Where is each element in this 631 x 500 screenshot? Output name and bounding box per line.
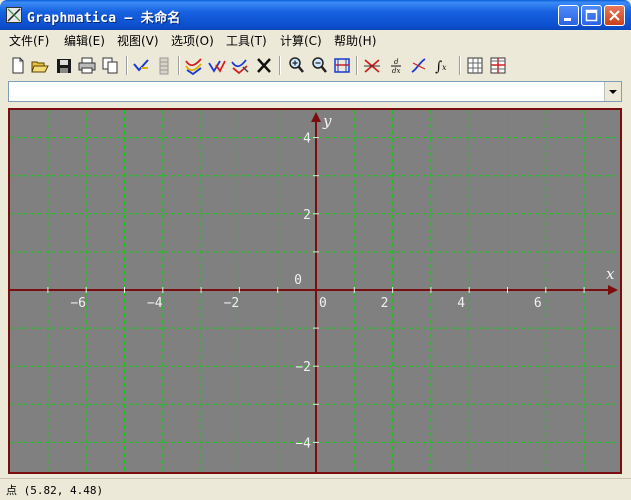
equation-input[interactable]	[11, 83, 596, 100]
save-icon[interactable]	[54, 55, 74, 76]
menu-edit[interactable]: 编辑(E)	[64, 32, 105, 49]
minimize-button[interactable]	[558, 5, 579, 26]
title-bar[interactable]: Graphmatica – 未命名	[0, 0, 631, 30]
status-text: 点 (5.82, 4.48)	[6, 484, 104, 497]
print-icon[interactable]	[77, 55, 97, 76]
grid-range-icon[interactable]	[488, 55, 508, 76]
zoom-in-icon[interactable]	[286, 55, 306, 76]
y-tick-label: 2	[303, 208, 311, 223]
menu-view[interactable]: 视图(V)	[117, 32, 159, 49]
grid-icon[interactable]	[465, 55, 485, 76]
graph-plot[interactable]: −6 −4 −2 0 2 4 6 4 2 0 −2 −4 x y	[10, 110, 620, 472]
menu-bar: 文件(F) 编辑(E) 视图(V) 选项(O) 工具(T) 计算(C) 帮助(H…	[4, 30, 627, 50]
svg-text:d: d	[394, 58, 399, 66]
redraw-icon[interactable]	[184, 55, 204, 76]
tangent-icon[interactable]	[409, 55, 429, 76]
multi-graph-icon[interactable]	[207, 55, 227, 76]
menu-options[interactable]: 选项(O)	[171, 32, 214, 49]
app-icon[interactable]	[6, 7, 22, 23]
y-axis-arrow	[311, 112, 321, 122]
x-tick-label: −4	[147, 296, 163, 311]
graph-area[interactable]: −6 −4 −2 0 2 4 6 4 2 0 −2 −4 x y	[8, 108, 622, 474]
svg-text:dx: dx	[392, 67, 400, 75]
window-title: Graphmatica – 未命名	[27, 11, 181, 26]
svg-text:x: x	[442, 63, 447, 72]
zoom-out-icon[interactable]	[309, 55, 329, 76]
delete-icon[interactable]	[254, 55, 274, 76]
chevron-down-icon	[609, 90, 617, 94]
y-tick-label: 4	[303, 132, 311, 147]
y-tick-label: −4	[295, 436, 311, 451]
maximize-button[interactable]	[581, 5, 602, 26]
y-tick-label: 0	[294, 273, 302, 288]
x-tick-label: 0	[319, 296, 327, 311]
menu-help[interactable]: 帮助(H)	[334, 32, 376, 49]
equation-combobox[interactable]	[8, 81, 622, 102]
status-bar: 点 (5.82, 4.48)	[0, 478, 631, 500]
menu-file[interactable]: 文件(F)	[9, 32, 49, 49]
integral-icon[interactable]: ∫ x	[432, 55, 452, 76]
x-tick-label: 6	[534, 296, 542, 311]
graph-icon[interactable]	[131, 55, 151, 76]
menu-tools[interactable]: 工具(T)	[226, 32, 267, 49]
x-tick-label: −2	[224, 296, 240, 311]
toolbar: d dx ∫ x	[4, 52, 627, 79]
fit-icon[interactable]	[332, 55, 352, 76]
close-button[interactable]	[604, 5, 625, 26]
derivative-icon[interactable]: d dx	[386, 55, 406, 76]
y-axis-label: y	[322, 112, 332, 130]
x-axis-label: x	[606, 265, 615, 283]
dropdown-button[interactable]	[604, 82, 621, 101]
x-tick-label: 2	[381, 296, 389, 311]
erase-graph-icon[interactable]	[230, 55, 250, 76]
open-icon[interactable]	[30, 55, 50, 76]
x-axis-arrow	[608, 285, 618, 295]
new-icon[interactable]	[8, 55, 28, 76]
menu-calc[interactable]: 计算(C)	[280, 32, 322, 49]
copy-icon[interactable]	[100, 55, 120, 76]
x-tick-label: 4	[457, 296, 465, 311]
x-tick-label: −6	[70, 296, 86, 311]
y-tick-label: −2	[295, 360, 311, 375]
table-icon[interactable]	[154, 55, 174, 76]
intersection-icon[interactable]	[362, 55, 382, 76]
